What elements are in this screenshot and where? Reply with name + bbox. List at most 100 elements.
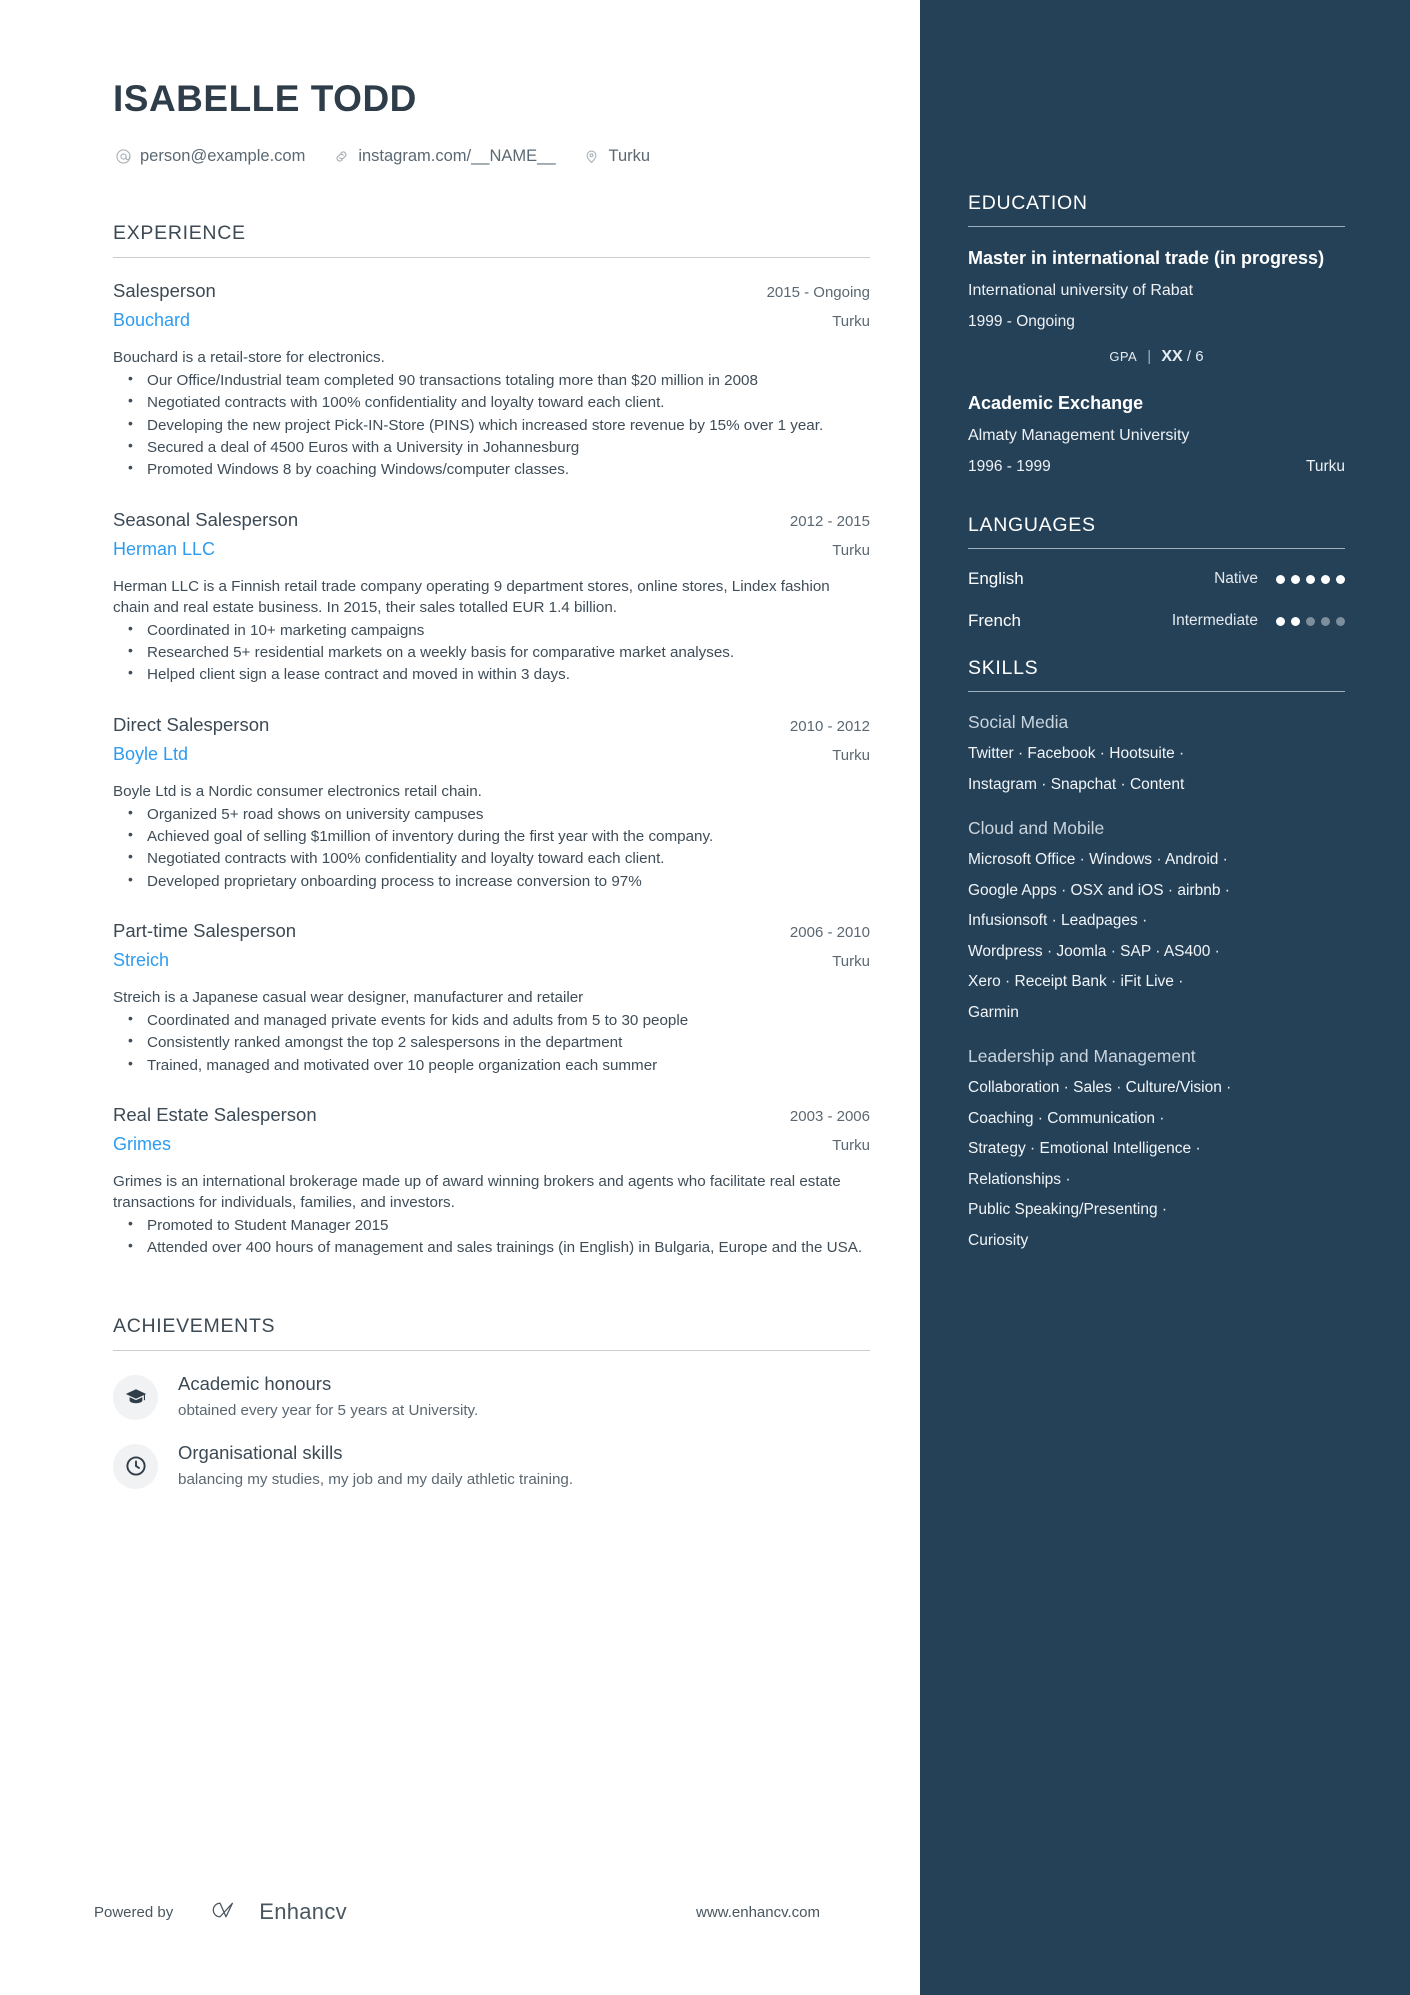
gpa-max: / 6 bbox=[1186, 348, 1204, 366]
experience-title-row: Direct Salesperson 2010 - 2012 bbox=[113, 714, 870, 736]
proficiency-dot bbox=[1291, 616, 1300, 626]
divider bbox=[113, 1349, 870, 1351]
skill-line: Public Speaking/Presenting · bbox=[968, 1201, 1168, 1219]
job-title: Part-time Salesperson bbox=[113, 919, 297, 941]
divider bbox=[113, 257, 870, 258]
proficiency-dot bbox=[1336, 616, 1345, 626]
education-entry: Academic Exchange Almaty Management Univ… bbox=[968, 392, 1345, 476]
job-title: Direct Salesperson bbox=[113, 713, 270, 735]
contact-location: Turku bbox=[582, 146, 651, 166]
job-title: Seasonal Salesperson bbox=[113, 508, 299, 530]
languages-section: LANGUAGES English Native French Intermed… bbox=[968, 514, 1345, 631]
job-dates: 2015 - Ongoing bbox=[766, 284, 870, 301]
proficiency-dot bbox=[1306, 616, 1315, 626]
skill-line: Curiosity bbox=[968, 1231, 1029, 1249]
experience-item: Seasonal Salesperson 2012 - 2015 Herman … bbox=[113, 509, 870, 686]
experience-bullet: Helped client sign a lease contract and … bbox=[128, 663, 870, 685]
proficiency-dot bbox=[1291, 574, 1300, 584]
experience-company-row: Streich Turku bbox=[113, 950, 870, 971]
contact-location-text: Turku bbox=[608, 146, 651, 165]
job-bullets: Promoted to Student Manager 2015Attended… bbox=[113, 1214, 870, 1259]
language-name: French bbox=[968, 611, 1021, 631]
job-description: Boyle Ltd is a Nordic consumer electroni… bbox=[113, 782, 482, 800]
job-description: Herman LLC is a Finnish retail trade com… bbox=[113, 577, 830, 616]
job-location: Turku bbox=[832, 1136, 870, 1154]
experience-heading: EXPERIENCE bbox=[113, 222, 246, 244]
gpa-value: XX bbox=[1161, 348, 1183, 366]
job-company-link[interactable]: Bouchard bbox=[113, 310, 190, 331]
experience-item: Part-time Salesperson 2006 - 2010 Streic… bbox=[113, 920, 870, 1076]
skill-line: Twitter · Facebook · Hootsuite · bbox=[968, 745, 1185, 763]
job-title: Salesperson bbox=[113, 280, 216, 301]
experience-company-row: Herman LLC Turku bbox=[113, 539, 870, 560]
divider bbox=[968, 226, 1345, 227]
contact-instagram[interactable]: instagram.com/__NAME__ bbox=[331, 146, 556, 166]
contact-email[interactable]: person@example.com bbox=[113, 146, 305, 166]
divider bbox=[968, 691, 1345, 693]
job-company-link[interactable]: Streich bbox=[113, 950, 169, 971]
experience-bullet: Negotiated contracts with 100% confident… bbox=[128, 391, 870, 413]
page-title: ISABELLE TODD bbox=[113, 78, 417, 119]
achievement-item: Organisational skills balancing my studi… bbox=[113, 1442, 870, 1489]
skills-list: Social Media Twitter · Facebook · Hootsui… bbox=[968, 712, 1345, 1248]
experience-bullet: Attended over 400 hours of management an… bbox=[128, 1236, 870, 1258]
proficiency-dots bbox=[1276, 574, 1345, 584]
location-pin-icon bbox=[582, 146, 602, 166]
job-bullets: Our Office/Industrial team completed 90 … bbox=[113, 369, 870, 480]
experience-title-row: Salesperson 2015 - Ongoing bbox=[113, 280, 870, 302]
job-company-link[interactable]: Grimes bbox=[113, 1134, 171, 1155]
experience-bullet: Developing the new project Pick-IN-Store… bbox=[128, 414, 870, 436]
experience-bullet: Coordinated and managed private events f… bbox=[128, 1009, 870, 1031]
gpa-separator: | bbox=[1147, 348, 1152, 366]
footer: Powered by Enhancv www.enhancv.com bbox=[94, 1899, 820, 1925]
achievements-section: ACHIEVEMENTS Academic honours obtained e… bbox=[113, 1315, 870, 1489]
experience-bullet: Our Office/Industrial team completed 90 … bbox=[128, 369, 870, 391]
skill-line: Microsoft Office · Windows · Android · bbox=[968, 851, 1228, 869]
education-degree: Master in international trade (in progre… bbox=[968, 248, 1325, 268]
education-degree: Academic Exchange bbox=[968, 393, 1144, 414]
skills-heading: SKILLS bbox=[968, 657, 1039, 680]
job-dates: 2006 - 2010 bbox=[789, 923, 870, 941]
job-title: Real Estate Salesperson bbox=[113, 1103, 317, 1125]
proficiency-dot bbox=[1321, 574, 1330, 584]
language-level: Intermediate bbox=[1171, 612, 1258, 630]
job-company-link[interactable]: Boyle Ltd bbox=[113, 744, 188, 765]
experience-bullet: Organized 5+ road shows on university ca… bbox=[128, 803, 870, 825]
language-name: English bbox=[968, 569, 1024, 589]
achievements-heading: ACHIEVEMENTS bbox=[113, 1314, 276, 1337]
skill-line: Xero · Receipt Bank · iFit Live · bbox=[968, 973, 1184, 991]
languages-heading: LANGUAGES bbox=[968, 514, 1096, 537]
proficiency-dot bbox=[1276, 574, 1285, 584]
education-heading: EDUCATION bbox=[968, 192, 1088, 214]
skill-group-name: Leadership and Management bbox=[968, 1046, 1196, 1067]
job-dates: 2003 - 2006 bbox=[789, 1107, 870, 1125]
footer-website[interactable]: www.enhancv.com bbox=[696, 1904, 820, 1921]
education-location: Turku bbox=[1305, 458, 1345, 476]
job-location: Turku bbox=[832, 541, 870, 559]
skill-line: Strategy · Emotional Intelligence · bbox=[968, 1140, 1201, 1158]
experience-section: EXPERIENCE Salesperson 2015 - Ongoing Bo… bbox=[113, 222, 870, 1259]
proficiency-dot bbox=[1306, 574, 1315, 584]
experience-item: Real Estate Salesperson 2003 - 2006 Grim… bbox=[113, 1104, 870, 1259]
languages-list: English Native French Intermediate bbox=[968, 569, 1345, 631]
experience-company-row: Bouchard Turku bbox=[113, 310, 870, 331]
job-company-link[interactable]: Herman LLC bbox=[113, 539, 215, 560]
proficiency-dot bbox=[1276, 616, 1285, 626]
education-dates: 1999 - Ongoing bbox=[968, 313, 1075, 331]
education-meta: 1999 - Ongoing bbox=[968, 313, 1345, 331]
enhancv-brand-text: Enhancv bbox=[259, 1899, 347, 1924]
contact-row: person@example.com instagram.com/__NAME_… bbox=[113, 146, 870, 166]
proficiency-dots bbox=[1276, 616, 1345, 626]
experience-item: Direct Salesperson 2010 - 2012 Boyle Ltd… bbox=[113, 714, 870, 892]
left-column: ISABELLE TODD person@example.com instagr… bbox=[0, 0, 920, 1995]
education-entry: Master in international trade (in progre… bbox=[968, 247, 1345, 366]
experience-bullet: Developed proprietary onboarding process… bbox=[128, 870, 870, 892]
language-level: Native bbox=[1214, 570, 1258, 588]
experience-bullet: Researched 5+ residential markets on a w… bbox=[128, 641, 870, 663]
education-meta: 1996 - 1999 Turku bbox=[968, 458, 1345, 476]
achievement-title: Academic honours bbox=[178, 1372, 332, 1394]
skill-line: Coaching · Communication · bbox=[968, 1109, 1165, 1127]
job-bullets: Organized 5+ road shows on university ca… bbox=[113, 803, 870, 892]
experience-title-row: Seasonal Salesperson 2012 - 2015 bbox=[113, 509, 870, 531]
proficiency-dot bbox=[1321, 616, 1330, 626]
